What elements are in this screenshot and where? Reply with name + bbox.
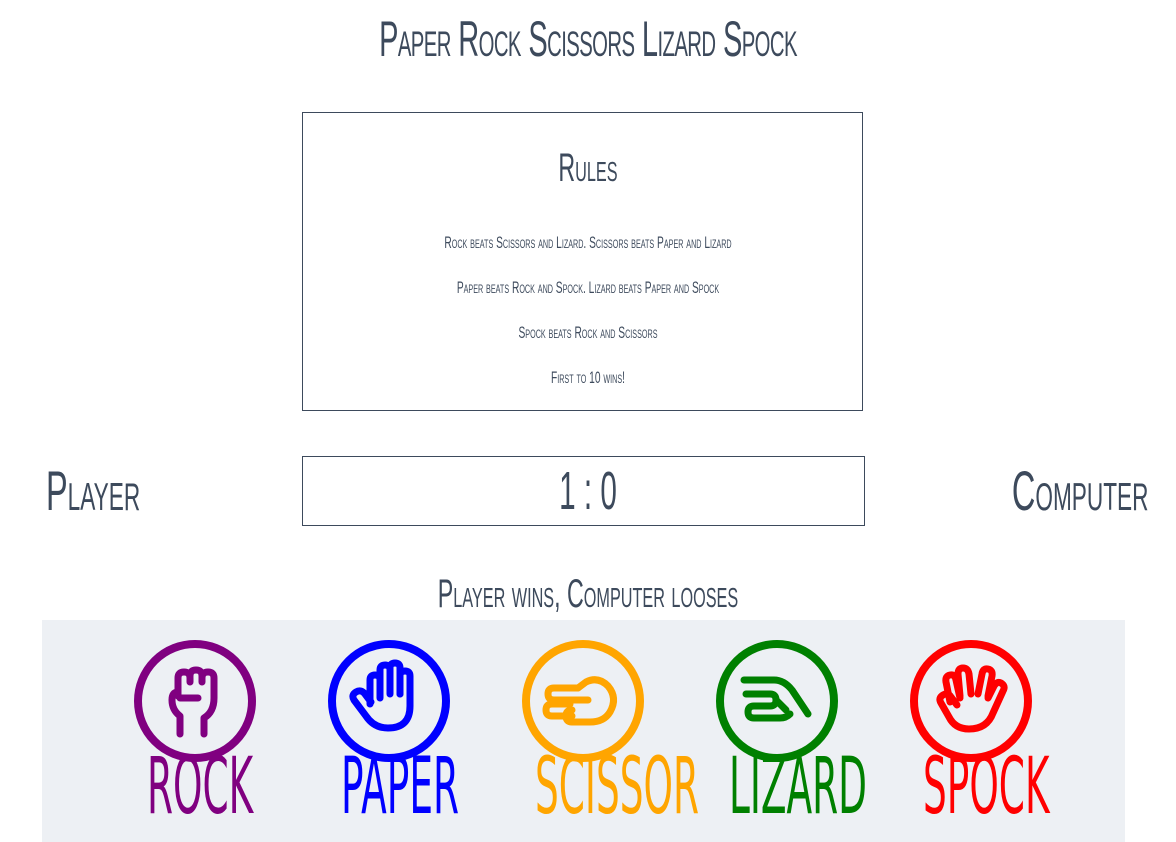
player-label: Player (46, 459, 141, 522)
rule-line: Paper beats Rock and Spock. Lizard beats… (456, 278, 720, 297)
scissor-button[interactable]: SCISSOR (483, 620, 699, 842)
choices-panel: ROCK PAPER SCISSOR LIZARD SPOCK (42, 620, 1125, 842)
rock-button[interactable]: ROCK (95, 620, 295, 842)
spock-label: SPOCK (923, 742, 1050, 832)
lizard-button[interactable]: LIZARD (677, 620, 877, 842)
rock-label: ROCK (147, 742, 254, 832)
game-title: Paper Rock Scissors Lizard Spock (379, 11, 797, 67)
rule-line: Rock beats Scissors and Lizard. Scissors… (444, 233, 732, 252)
spock-button[interactable]: SPOCK (871, 620, 1071, 842)
paper-button[interactable]: PAPER (289, 620, 489, 842)
lizard-label: LIZARD (729, 742, 868, 832)
rules-heading: Rules (558, 146, 618, 190)
rule-line: Spock beats Rock and Scissors (518, 323, 658, 342)
scissor-label: SCISSOR (535, 742, 699, 832)
rule-line: First to 10 wins! (551, 368, 625, 387)
computer-label: Computer (1011, 459, 1148, 522)
paper-label: PAPER (341, 742, 460, 832)
round-result: Player wins, Computer looses (437, 572, 739, 616)
score-display: 1 : 0 (559, 461, 617, 521)
